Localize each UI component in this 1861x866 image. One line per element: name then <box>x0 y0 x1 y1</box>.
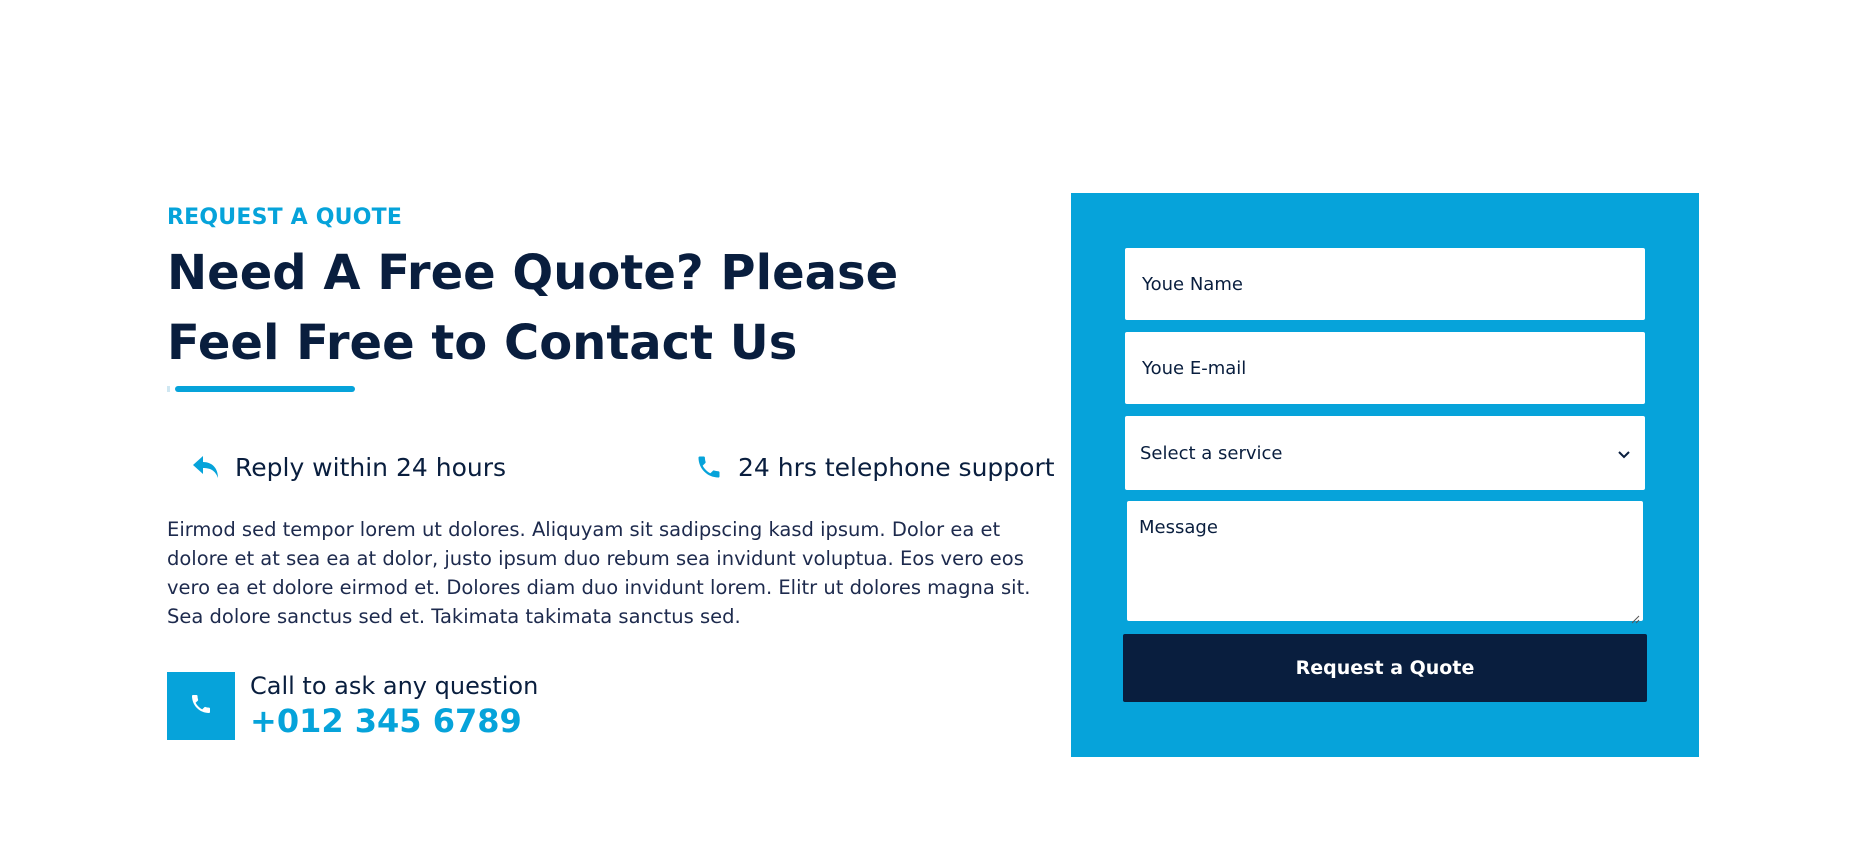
feature-reply: Reply within 24 hours <box>191 452 506 482</box>
chevron-down-icon <box>1618 443 1630 464</box>
name-input[interactable]: Youe Name <box>1125 248 1645 320</box>
underline-accent-dot <box>167 386 170 392</box>
phone-icon <box>189 692 213 720</box>
call-text: Call to ask any question +012 345 6789 <box>250 672 538 740</box>
request-quote-button[interactable]: Request a Quote <box>1123 634 1647 702</box>
resize-handle-icon[interactable] <box>1630 608 1640 624</box>
section-eyebrow: REQUEST A QUOTE <box>167 205 403 230</box>
call-icon-box <box>167 672 235 740</box>
name-placeholder: Youe Name <box>1142 273 1243 295</box>
section-description: Eirmod sed tempor lorem ut dolores. Aliq… <box>167 518 1031 628</box>
quote-section: REQUEST A QUOTE Need A Free Quote? Pleas… <box>0 0 1861 866</box>
phone-icon <box>694 452 724 482</box>
message-placeholder: Message <box>1139 517 1218 538</box>
quote-form: Youe Name Youe E-mail Select a service M… <box>1071 193 1699 757</box>
service-selected-value: Select a service <box>1140 442 1283 464</box>
reply-icon <box>191 452 221 482</box>
feature-label: Reply within 24 hours <box>235 452 507 482</box>
call-block: Call to ask any question +012 345 6789 <box>167 672 538 740</box>
feature-phone-support: 24 hrs telephone support <box>694 452 1055 482</box>
phone-number-link[interactable]: +012 345 6789 <box>250 702 538 740</box>
service-select[interactable]: Select a service <box>1125 416 1645 490</box>
feature-label: 24 hrs telephone support <box>738 452 1055 482</box>
email-input[interactable]: Youe E-mail <box>1125 332 1645 404</box>
section-headline: Need A Free Quote? Please Feel Free to C… <box>167 245 899 371</box>
headline-underline <box>175 386 355 392</box>
call-label: Call to ask any question <box>250 672 539 700</box>
message-textarea[interactable]: Message <box>1127 501 1643 624</box>
email-placeholder: Youe E-mail <box>1142 357 1247 379</box>
